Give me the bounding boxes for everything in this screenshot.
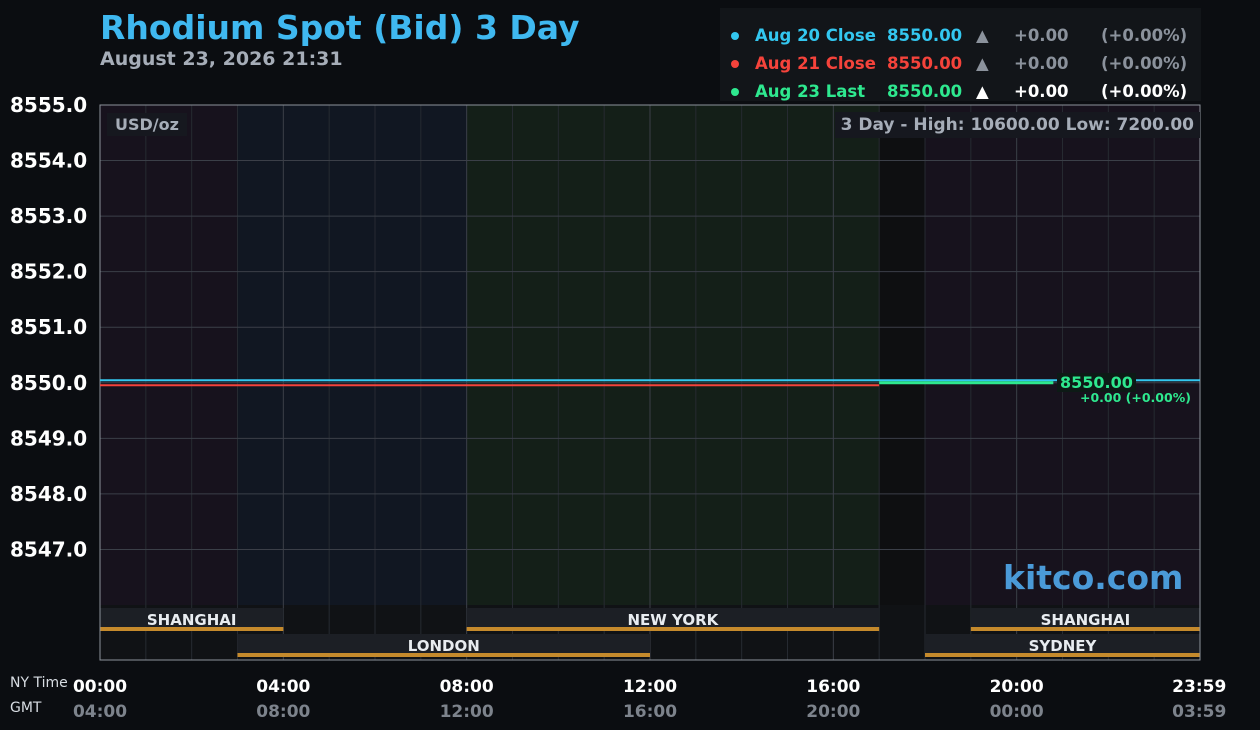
session-label: SHANGHAI [146,611,237,629]
y-tick-label: 8547.0 [10,537,87,561]
x-tick-label-gmt: 20:00 [806,702,860,722]
x-tick-label-ny: 20:00 [990,677,1044,697]
gmt-caption: GMT [10,700,42,716]
session-background-zone [879,105,925,605]
y-tick-label: 8553.0 [10,204,87,228]
y-tick-label: 8552.0 [10,260,87,284]
kitco-watermark: kitco.com [1003,558,1184,597]
x-tick-label-ny: 23:59 [1172,677,1226,697]
range-stats: 3 Day - High: 10600.00 Low: 7200.00 [834,112,1200,138]
session-label: SHANGHAI [1040,611,1131,629]
x-tick-label-gmt: 16:00 [623,702,677,722]
last-price-change: +0.00 (+0.00%) [1080,390,1191,405]
x-tick-label-ny: 00:00 [73,677,127,697]
x-tick-label-gmt: 03:59 [1172,702,1226,722]
x-tick-label-ny: 16:00 [806,677,860,697]
y-tick-label: 8550.0 [10,371,87,395]
session-background-zone [237,105,467,605]
x-tick-label-ny: 12:00 [623,677,677,697]
y-tick-label: 8551.0 [10,315,87,339]
y-tick-label: 8554.0 [10,149,87,173]
y-tick-label: 8555.0 [10,93,87,117]
x-tick-label-gmt: 12:00 [440,702,494,722]
session-label: NEW YORK [627,611,719,629]
x-tick-label-ny: 08:00 [440,677,494,697]
y-tick-label: 8549.0 [10,426,87,450]
x-tick-label-gmt: 00:00 [990,702,1044,722]
unit-label: USD/oz [107,113,187,136]
x-tick-label-gmt: 04:00 [73,702,127,722]
session-background-zone [466,105,880,605]
ny-time-caption: NY Time [10,675,68,691]
x-tick-label-ny: 04:00 [256,677,310,697]
session-background-zone [100,105,238,605]
y-tick-label: 8548.0 [10,482,87,506]
x-tick-label-gmt: 08:00 [256,702,310,722]
session-label: SYDNEY [1028,637,1097,655]
session-label: LONDON [407,637,480,655]
